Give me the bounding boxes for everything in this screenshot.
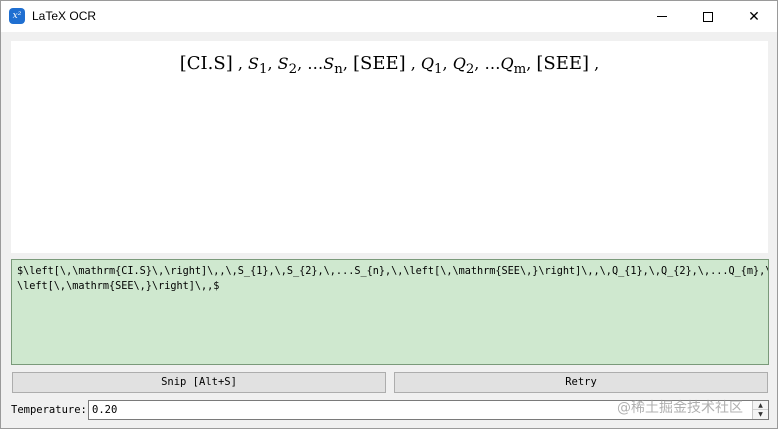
spin-up-icon[interactable]: ▲ xyxy=(753,401,768,410)
formula-s2-sub: 2 xyxy=(288,62,298,78)
close-button[interactable]: ✕ xyxy=(731,1,777,32)
latex-output-textarea[interactable]: $\left[\,\mathrm{CI.S}\,\right]\,,\,S_{1… xyxy=(11,259,769,365)
formula-s1-sub: 1 xyxy=(258,62,268,78)
formula-dots-2: … xyxy=(484,54,501,73)
maximize-icon xyxy=(703,11,713,22)
maximize-button[interactable] xyxy=(685,1,731,32)
title-bar[interactable]: x² LaTeX OCR ✕ xyxy=(1,1,777,32)
close-icon: ✕ xyxy=(748,8,760,25)
snip-button[interactable]: Snip [Alt+S] xyxy=(12,372,386,393)
retry-button[interactable]: Retry xyxy=(394,372,768,393)
latex-output-line-1: $\left[\,\mathrm{CI.S}\,\right]\,,\,S_{1… xyxy=(17,266,769,277)
minimize-icon xyxy=(657,16,667,17)
temperature-value[interactable]: 0.20 xyxy=(92,403,117,418)
latex-ocr-app-icon: x² xyxy=(9,8,25,24)
formula-preview: [CI.S] , S1, S2, …Sn, [SEE] , Q1, Q2, …Q… xyxy=(11,41,768,253)
formula-q2: Q xyxy=(452,54,466,73)
window-title: LaTeX OCR xyxy=(32,9,97,23)
formula-cls-token: [CI.S] xyxy=(179,53,233,74)
formula-q1: Q xyxy=(420,54,435,73)
formula-see-token-1: [SEE] xyxy=(352,53,406,74)
spin-down-icon[interactable]: ▼ xyxy=(753,410,768,419)
formula-s2: S xyxy=(277,54,289,73)
app-window: x² LaTeX OCR ✕ [CI.S] , S1, S2, …Sn, [SE… xyxy=(0,0,778,429)
formula-qm-sub: m xyxy=(513,62,527,78)
temperature-label: Temperature: xyxy=(11,404,87,416)
watermark-text: @稀土掘金技术社区 xyxy=(617,400,743,416)
formula-q2-sub: 2 xyxy=(465,62,475,78)
rendered-formula: [CI.S] , S1, S2, …Sn, [SEE] , Q1, Q2, …Q… xyxy=(179,53,600,78)
formula-qm: Q xyxy=(500,54,514,73)
formula-sn: S xyxy=(323,54,335,73)
temperature-spin-buttons[interactable]: ▲ ▼ xyxy=(752,401,768,419)
formula-see-token-2: [SEE] xyxy=(536,53,590,74)
minimize-button[interactable] xyxy=(639,1,685,32)
formula-s1: S xyxy=(248,54,259,73)
latex-output-line-2: \left[\,\mathrm{SEE\,}\right]\,,$ xyxy=(17,281,220,292)
formula-q1-sub: 1 xyxy=(434,62,443,78)
formula-dots-1: … xyxy=(307,54,324,73)
formula-sn-sub: n xyxy=(334,62,343,78)
